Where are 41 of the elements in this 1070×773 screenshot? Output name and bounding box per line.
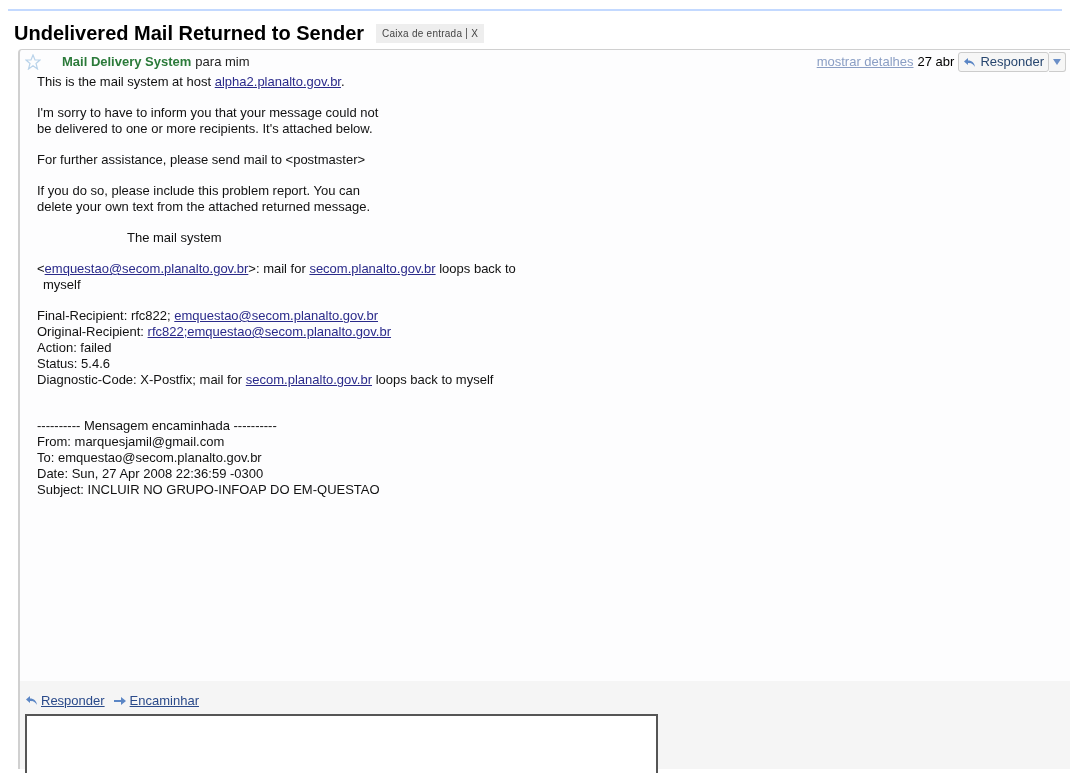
text-line: <emquestao@secom.planalto.gov.br>: mail for secom.planalto.gov.br loops back to [37, 261, 516, 277]
text-line: myself [42, 277, 81, 293]
email-link[interactable]: emquestao@secom.planalto.gov.br [174, 308, 378, 323]
text-line: Date: Sun, 27 Apr 2008 22:36:59 -0300 [37, 466, 264, 482]
reply-button[interactable]: Responder [958, 52, 1049, 72]
email-link[interactable]: alpha2.planalto.gov.br [214, 74, 341, 89]
text-line: ---------- Mensagem encaminhada ---------- [37, 418, 277, 434]
caret-icon [1053, 59, 1061, 65]
email-subject: Undelivered Mail Returned to Sender [14, 23, 365, 43]
text-line: To: emquestao@secom.planalto.gov.br [37, 450, 262, 466]
label-text[interactable]: Caixa de entrada [382, 25, 463, 41]
right-arrow-icon [112, 695, 127, 706]
remove-label-button[interactable]: X [471, 25, 479, 41]
more-options-button[interactable] [1049, 52, 1066, 72]
text-line: be delivered to one or more recipients. It's attached below. [37, 121, 373, 137]
text-line: Subject: INCLUIR NO GRUPO-INFOAP DO EM-QUESTAO [37, 482, 380, 498]
text-line: Final-Recipient: rfc822; emquestao@secom.planalto.gov.br [37, 308, 378, 324]
forward-link[interactable]: Encaminhar [112, 691, 199, 711]
text-line: The mail system [127, 230, 222, 246]
text-line: Original-Recipient: rfc822;emquestao@secom.planalto.gov.br [37, 324, 392, 340]
reply-text-area[interactable] [25, 713, 658, 773]
message-date: 27 abr [917, 53, 955, 72]
text-line: Diagnostic-Code: X-Postfix; mail for secom.planalto.gov.br loops back to myself [37, 372, 494, 388]
text-line: From: marquesjamil@gmail.com [37, 434, 225, 450]
text-line: Status: 5.4.6 [37, 356, 110, 372]
email-link[interactable]: secom.planalto.gov.br [309, 261, 436, 276]
email-link[interactable]: rfc822;emquestao@secom.planalto.gov.br [147, 324, 392, 339]
recipient-text: para mim [195, 53, 250, 72]
star-icon[interactable] [25, 54, 41, 70]
reply-link[interactable]: Responder [25, 691, 105, 711]
sender-name[interactable]: Mail Delivery System [62, 52, 192, 72]
text-line: This is the mail system at host alpha2.planalto.gov.br. [37, 74, 345, 90]
reply-arrow-icon [963, 56, 977, 68]
text-line: delete your own text from the attached returned message. [37, 199, 371, 215]
email-link[interactable]: secom.planalto.gov.br [245, 372, 372, 387]
text-line: Action: failed [37, 340, 112, 356]
text-line: For further assistance, please send mail to <postmaster> [37, 152, 366, 168]
text-line: I'm sorry to have to inform you that your message could not [37, 105, 379, 121]
text-line: If you do so, please include this problem report. You can [37, 183, 361, 199]
email-link[interactable]: emquestao@secom.planalto.gov.br [44, 261, 249, 276]
reply-arrow-icon [25, 695, 38, 707]
